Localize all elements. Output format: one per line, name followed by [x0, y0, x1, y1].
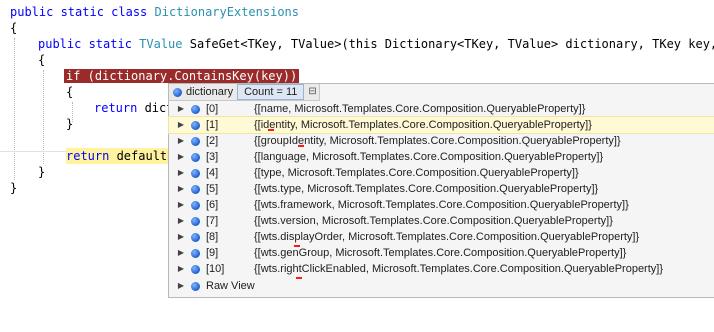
- code-line: public static TValue SafeGet<TKey, TValu…: [38, 37, 714, 51]
- datatip-row[interactable]: ▶ [10] {[wts.rightClickEnabled, Microsof…: [169, 261, 714, 277]
- indent-guide: [14, 38, 15, 180]
- code-line: }: [38, 165, 46, 179]
- squiggle-mark: [296, 277, 302, 279]
- object-icon: [191, 216, 200, 226]
- pin-icon[interactable]: ⊟: [308, 84, 316, 100]
- code-line: {: [10, 21, 18, 35]
- object-icon: [191, 168, 200, 178]
- count-value[interactable]: Count = 11: [237, 84, 305, 100]
- datatip-row[interactable]: ▶ [7] {[wts.version, Microsoft.Templates…: [169, 213, 714, 229]
- expand-arrow-icon[interactable]: ▶: [175, 229, 187, 245]
- object-icon: [191, 184, 200, 194]
- expand-arrow-icon[interactable]: ▶: [175, 149, 187, 165]
- expand-arrow-icon[interactable]: ▶: [175, 181, 187, 197]
- code-line: public static class DictionaryExtensions: [10, 5, 299, 19]
- squiggle-mark: [298, 145, 304, 147]
- squiggle-mark: [268, 129, 274, 131]
- datatip-header: dictionary Count = 11 ⊟: [169, 84, 320, 101]
- datatip-row[interactable]: ▶ [4] {[type, Microsoft.Templates.Core.C…: [169, 165, 714, 181]
- expand-arrow-icon[interactable]: ▶: [175, 101, 187, 117]
- code-line: {: [66, 85, 74, 99]
- expand-arrow-icon[interactable]: ▶: [175, 117, 187, 133]
- datatip-row[interactable]: ▶ [6] {[wts.framework, Microsoft.Templat…: [169, 197, 714, 213]
- code-line-breakpoint[interactable]: if (dictionary.ContainsKey(key)): [64, 68, 300, 84]
- expand-arrow-icon[interactable]: ▶: [175, 133, 187, 149]
- squiggle-mark: [294, 245, 300, 247]
- object-icon: [191, 281, 200, 291]
- variable-name: dictionary: [186, 86, 234, 98]
- datatip-popup[interactable]: dictionary Count = 11 ⊟ ▶ [0] {[name, Mi…: [168, 83, 714, 298]
- object-icon: [191, 248, 200, 258]
- object-icon: [191, 232, 200, 242]
- object-icon: [191, 152, 200, 162]
- indent-guide: [43, 70, 44, 164]
- datatip-row[interactable]: ▶ [9] {[wts.genGroup, Microsoft.Template…: [169, 245, 714, 261]
- object-icon: [191, 104, 200, 114]
- datatip-row[interactable]: ▶ [8] {[wts.displayOrder, Microsoft.Temp…: [169, 229, 714, 245]
- expand-arrow-icon[interactable]: ▶: [175, 245, 187, 261]
- object-icon: [191, 120, 200, 130]
- code-line: return dict: [94, 101, 174, 115]
- expand-arrow-icon[interactable]: ▶: [175, 213, 187, 229]
- object-icon: [191, 264, 200, 274]
- datatip-row[interactable]: ▶ [3] {[language, Microsoft.Templates.Co…: [169, 149, 714, 165]
- datatip-row-raw-view[interactable]: ▶ Raw View: [169, 278, 714, 294]
- datatip-row[interactable]: ▶ [2] {[groupIdentity, Microsoft.Templat…: [169, 133, 714, 149]
- expand-arrow-icon[interactable]: ▶: [175, 261, 187, 277]
- code-line-current: return defaultR: [66, 148, 175, 164]
- datatip-row[interactable]: ▶ [5] {[wts.type, Microsoft.Templates.Co…: [169, 181, 714, 197]
- code-line: {: [38, 53, 46, 67]
- object-icon: [173, 87, 182, 97]
- object-icon: [191, 136, 200, 146]
- expand-arrow-icon[interactable]: ▶: [175, 278, 187, 294]
- object-icon: [191, 200, 200, 210]
- expand-arrow-icon[interactable]: ▶: [175, 165, 187, 181]
- code-line: }: [10, 181, 18, 195]
- datatip-row-selected[interactable]: ▶ [1] {[identity, Microsoft.Templates.Co…: [168, 116, 714, 134]
- code-line: }: [66, 117, 74, 131]
- expand-arrow-icon[interactable]: ▶: [175, 197, 187, 213]
- datatip-row[interactable]: ▶ [0] {[name, Microsoft.Templates.Core.C…: [169, 101, 714, 117]
